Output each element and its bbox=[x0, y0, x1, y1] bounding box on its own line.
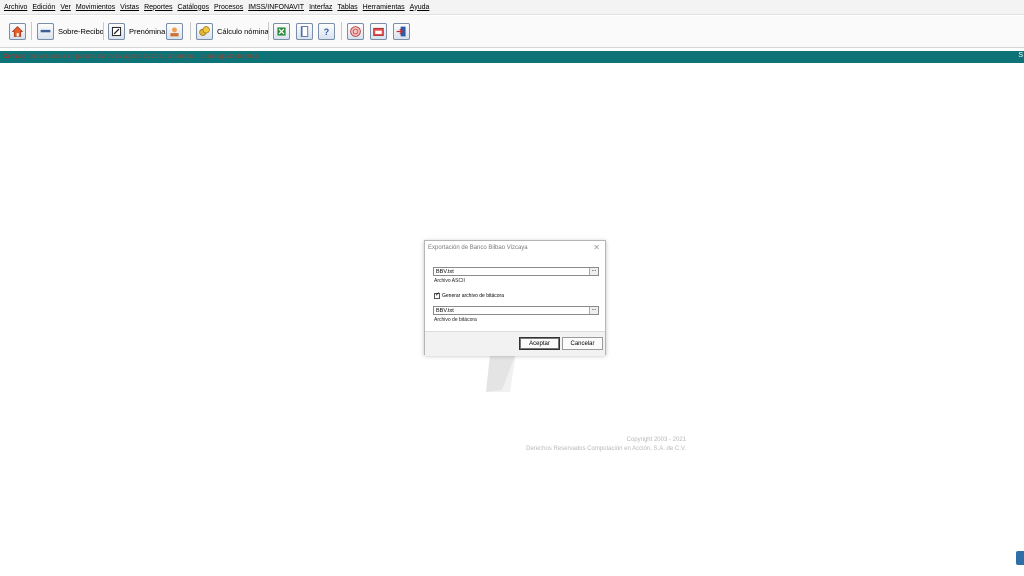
toolbar-separator bbox=[103, 22, 104, 40]
envelope-icon bbox=[37, 22, 54, 40]
copyright-company: Derechos Reservados Computación en Acció… bbox=[526, 446, 686, 452]
toolbar-separator bbox=[190, 22, 191, 40]
menu-catalogos[interactable]: Catálogos bbox=[177, 4, 209, 11]
prenomina-label: Prenómina bbox=[129, 26, 166, 36]
book-button[interactable] bbox=[296, 21, 313, 41]
menu-archivo[interactable]: Archivo bbox=[4, 4, 27, 11]
toolbar-separator bbox=[268, 22, 269, 40]
browse-ascii-button[interactable]: ... bbox=[589, 267, 598, 275]
accept-button[interactable]: Aceptar bbox=[519, 337, 560, 350]
menu-herramientas[interactable]: Herramientas bbox=[363, 4, 405, 11]
copyright-block: Copyright 2003 - 2021 Derechos Reservado… bbox=[526, 436, 686, 454]
exit-button[interactable] bbox=[393, 21, 410, 41]
copyright-line: Copyright 2003 - 2021 bbox=[626, 437, 686, 443]
dialog-footer: Aceptar Cancelar bbox=[425, 331, 605, 356]
menu-imss-infonavit[interactable]: IMSS/INFONAVIT bbox=[248, 4, 304, 11]
edit-document-icon bbox=[108, 22, 125, 40]
imss-button[interactable] bbox=[347, 21, 364, 41]
prenomina-button[interactable]: Prenómina bbox=[108, 21, 165, 41]
person-card-icon bbox=[166, 22, 183, 40]
coins-icon bbox=[196, 22, 213, 40]
menu-ver[interactable]: Ver bbox=[60, 4, 71, 11]
menu-procesos[interactable]: Procesos bbox=[214, 4, 243, 11]
sobre-recibo-button[interactable]: Sobre-Recibo bbox=[37, 21, 104, 41]
home-button[interactable] bbox=[9, 21, 26, 41]
menu-bar: Archivo Edición Ver Movimientos Vistas R… bbox=[0, 0, 1024, 15]
menu-reportes[interactable]: Reportes bbox=[144, 4, 172, 11]
cancel-button[interactable]: Cancelar bbox=[562, 337, 603, 350]
toolbar: Sobre-Recibo Prenómina Cálculo nómina ? bbox=[0, 16, 1024, 48]
calculo-nomina-button[interactable]: Cálculo nómina bbox=[196, 21, 269, 41]
calendar-button[interactable] bbox=[370, 21, 387, 41]
spreadsheet-button[interactable] bbox=[273, 21, 290, 41]
calculo-nomina-label: Cálculo nómina bbox=[217, 26, 269, 36]
menu-edicion[interactable]: Edición bbox=[32, 4, 55, 11]
book-icon bbox=[296, 22, 313, 40]
ascii-file-value: BBV.txt bbox=[436, 268, 454, 275]
sobre-recibo-label: Sobre-Recibo bbox=[58, 26, 104, 36]
log-file-caption: Archivo de bitácora bbox=[434, 317, 477, 323]
imss-icon bbox=[347, 22, 364, 40]
log-file-value: BBV.txt bbox=[436, 307, 454, 314]
menu-interfaz[interactable]: Interfaz bbox=[309, 4, 332, 11]
status-right-label: S bbox=[1018, 52, 1023, 59]
ascii-file-caption: Archivo ASCII bbox=[434, 278, 465, 284]
side-panel-toggle[interactable] bbox=[1016, 551, 1024, 565]
status-prefix: Cerrado bbox=[3, 54, 27, 60]
toolbar-separator bbox=[31, 22, 32, 40]
status-bar: Cerrado Se encuentra en periodo del 09 d… bbox=[0, 51, 1024, 63]
dialog-title: Exportación de Banco Bilbao Vizcaya bbox=[428, 245, 528, 251]
person-card-button[interactable] bbox=[166, 21, 183, 41]
export-dialog: Exportación de Banco Bilbao Vizcaya ✕ BB… bbox=[424, 240, 606, 356]
ascii-file-input[interactable]: BBV.txt ... bbox=[433, 267, 599, 276]
menu-vistas[interactable]: Vistas bbox=[120, 4, 139, 11]
menu-tablas[interactable]: Tablas bbox=[337, 4, 357, 11]
browse-log-button[interactable]: ... bbox=[589, 306, 598, 314]
log-file-input[interactable]: BBV.txt ... bbox=[433, 306, 599, 315]
dialog-body: BBV.txt ... Archivo ASCII Generar archiv… bbox=[425, 255, 605, 331]
help-button[interactable]: ? bbox=[318, 21, 335, 41]
log-checkbox-row[interactable]: Generar archivo de bitácora bbox=[434, 291, 504, 299]
logo-watermark-icon bbox=[480, 350, 520, 395]
menu-movimientos[interactable]: Movimientos bbox=[76, 4, 115, 11]
calendar-icon bbox=[370, 22, 387, 40]
home-icon bbox=[9, 22, 26, 40]
help-icon: ? bbox=[318, 22, 335, 40]
svg-text:?: ? bbox=[324, 26, 329, 36]
close-icon[interactable]: ✕ bbox=[593, 243, 600, 252]
log-checkbox-label: Generar archivo de bitácora bbox=[442, 293, 504, 299]
exit-icon bbox=[393, 22, 410, 40]
menu-ayuda[interactable]: Ayuda bbox=[410, 4, 430, 11]
toolbar-separator bbox=[341, 22, 342, 40]
status-text: Se encuentra en periodo del 09 de agosto… bbox=[30, 54, 258, 60]
spreadsheet-icon bbox=[273, 22, 290, 40]
log-checkbox[interactable] bbox=[434, 291, 440, 299]
